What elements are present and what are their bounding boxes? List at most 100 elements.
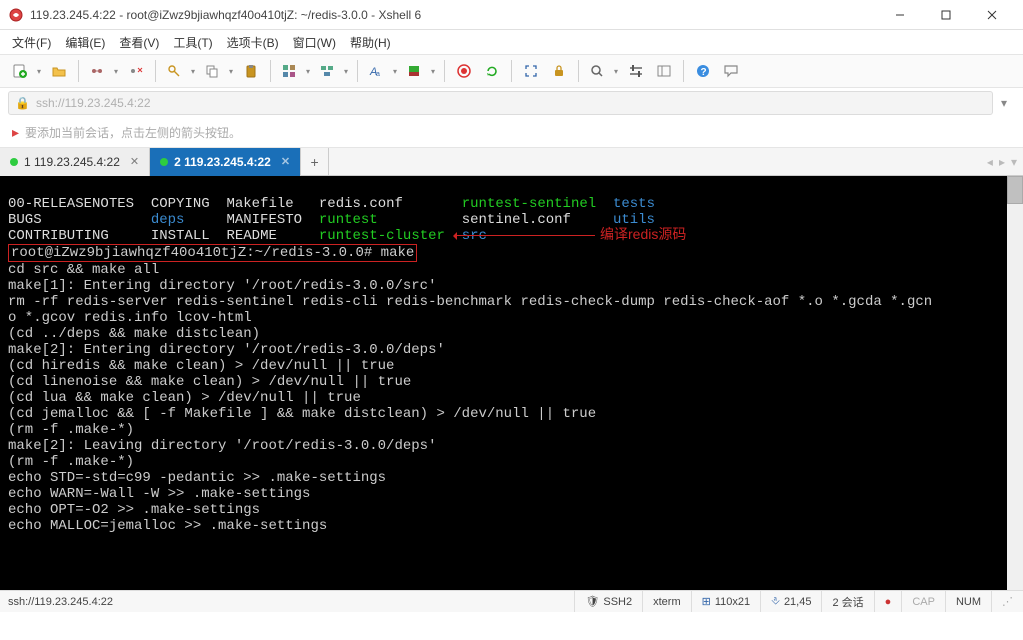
separator (78, 60, 79, 82)
menu-window[interactable]: 窗口(W) (293, 34, 336, 51)
separator (683, 60, 684, 82)
font-button[interactable]: Aa (364, 58, 400, 84)
window-title: 119.23.245.4:22 - root@iZwz9bjiawhqzf40o… (30, 8, 877, 22)
app-icon (8, 7, 24, 23)
feedback-button[interactable] (718, 58, 744, 84)
status-left: ssh://119.23.245.4:22 (0, 596, 574, 608)
properties-button[interactable] (162, 58, 198, 84)
connect-icon (89, 63, 105, 79)
toolbar: Aa ? (0, 54, 1023, 88)
led-icon: ● (885, 596, 892, 608)
status-dot-icon (160, 158, 168, 166)
menu-help[interactable]: 帮助(H) (350, 34, 391, 51)
folder-icon (51, 63, 67, 79)
lock-icon (551, 63, 567, 79)
help-icon: ? (695, 63, 711, 79)
refresh-icon (484, 63, 500, 79)
color-icon (406, 63, 422, 79)
address-input[interactable]: 🔒 ssh://119.23.245.4:22 (8, 91, 993, 115)
highlighted-command: root@iZwz9bjiawhqzf40o410tjZ:~/redis-3.0… (8, 244, 417, 262)
svg-text:?: ? (701, 67, 707, 78)
tab-next-button[interactable]: ▸ (999, 155, 1005, 169)
status-term: xterm (642, 591, 691, 612)
tab-label: 2 119.23.245.4:22 (174, 155, 271, 169)
address-bar: 🔒 ssh://119.23.245.4:22 ▾ (0, 88, 1023, 118)
tab-label: 1 119.23.245.4:22 (24, 155, 120, 169)
cursor-icon: ⎀ (771, 595, 780, 608)
copy-button[interactable] (200, 58, 236, 84)
panels-button[interactable] (651, 58, 677, 84)
layout-button[interactable] (277, 58, 313, 84)
settings-icon (628, 63, 644, 79)
hint-text: 要添加当前会话，点击左侧的箭头按钮。 (25, 124, 241, 141)
scrollbar-thumb[interactable] (1007, 176, 1023, 204)
tab-menu-button[interactable]: ▾ (1011, 155, 1017, 169)
terminal[interactable]: 00-RELEASENOTES COPYING Makefile redis.c… (0, 176, 1023, 590)
separator (270, 60, 271, 82)
file-plus-icon (12, 63, 28, 79)
hint-bar: ▸ 要添加当前会话，点击左侧的箭头按钮。 (0, 118, 1023, 148)
menu-tools[interactable]: 工具(T) (173, 34, 212, 51)
sync-button[interactable] (315, 58, 351, 84)
status-cap: CAP (901, 591, 945, 612)
tab-row: 1 119.23.245.4:22 ✕ 2 119.23.245.4:22 ✕ … (0, 148, 1023, 176)
annotation-text: 编译redis源码 (600, 226, 686, 242)
disconnect-button[interactable] (123, 58, 149, 84)
tab-prev-button[interactable]: ◂ (987, 155, 993, 169)
status-proto: 🛡SSH2 (574, 591, 642, 612)
window-controls (877, 0, 1015, 30)
tab-close-button[interactable]: ✕ (281, 155, 290, 168)
status-size: ⊞ 110x21 (691, 591, 761, 612)
record-button[interactable] (451, 58, 477, 84)
status-indicator: ● (874, 591, 902, 612)
menu-view[interactable]: 查看(V) (119, 34, 159, 51)
separator (444, 60, 445, 82)
broadcast-icon (319, 63, 335, 79)
help-button[interactable]: ? (690, 58, 716, 84)
status-pos: ⎀ 21,45 (760, 591, 821, 612)
address-text: ssh://119.23.245.4:22 (36, 96, 151, 110)
session-tab-1[interactable]: 1 119.23.245.4:22 ✕ (0, 148, 150, 176)
maximize-button[interactable] (923, 0, 969, 30)
panels-icon (656, 63, 672, 79)
open-button[interactable] (46, 58, 72, 84)
status-resize-grip[interactable]: ⋰ (991, 591, 1023, 612)
fullscreen-button[interactable] (518, 58, 544, 84)
svg-text:a: a (376, 71, 380, 78)
record-icon (456, 63, 472, 79)
reconnect-button[interactable] (85, 58, 121, 84)
copy-icon (204, 63, 220, 79)
separator (357, 60, 358, 82)
separator (578, 60, 579, 82)
menubar: 文件(F) 编辑(E) 查看(V) 工具(T) 选项卡(B) 窗口(W) 帮助(… (0, 30, 1023, 54)
search-button[interactable] (585, 58, 621, 84)
statusbar: ssh://119.23.245.4:22 🛡SSH2 xterm ⊞ 110x… (0, 590, 1023, 612)
terminal-scrollbar[interactable] (1007, 176, 1023, 590)
chat-icon (723, 63, 739, 79)
menu-edit[interactable]: 编辑(E) (65, 34, 105, 51)
close-button[interactable] (969, 0, 1015, 30)
status-sessions: 2 会话 (821, 591, 873, 612)
paste-icon (243, 63, 259, 79)
lock-button[interactable] (546, 58, 572, 84)
fullscreen-icon (523, 63, 539, 79)
font-icon: Aa (368, 63, 384, 79)
shield-icon: 🛡 (585, 595, 599, 608)
address-dropdown[interactable]: ▾ (993, 96, 1015, 110)
tab-close-button[interactable]: ✕ (130, 155, 139, 168)
refresh-button[interactable] (479, 58, 505, 84)
minimize-button[interactable] (877, 0, 923, 30)
paste-button[interactable] (238, 58, 264, 84)
add-tab-button[interactable]: + (301, 148, 329, 176)
color-button[interactable] (402, 58, 438, 84)
menu-file[interactable]: 文件(F) (12, 34, 51, 51)
session-tab-2[interactable]: 2 119.23.245.4:22 ✕ (150, 148, 301, 176)
menu-tabs[interactable]: 选项卡(B) (227, 34, 279, 51)
new-session-button[interactable] (8, 58, 44, 84)
separator (511, 60, 512, 82)
disconnect-icon (128, 63, 144, 79)
tab-nav: ◂ ▸ ▾ (987, 155, 1017, 169)
settings-button[interactable] (623, 58, 649, 84)
lock-icon: 🔒 (15, 96, 30, 110)
flag-icon: ▸ (12, 124, 19, 141)
